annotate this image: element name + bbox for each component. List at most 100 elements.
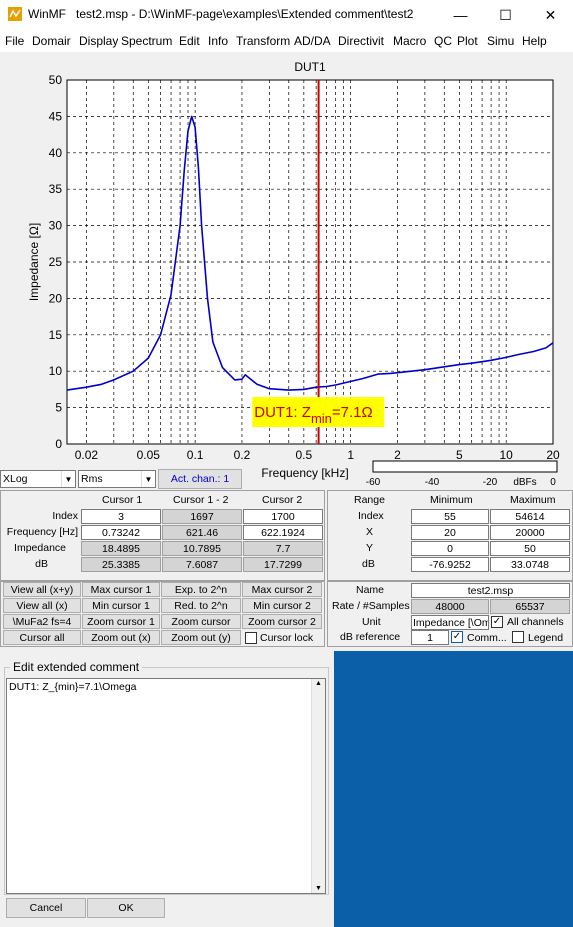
cursor-lock-checkbox[interactable] xyxy=(245,632,257,644)
name-field[interactable]: test2.msp xyxy=(411,583,570,598)
menu-help[interactable]: Help xyxy=(519,34,551,48)
max-cursor2-button[interactable]: Max cursor 2 xyxy=(242,582,322,597)
db-reference-field[interactable]: 1 xyxy=(411,630,449,645)
range-db-min-field[interactable]: -76.9252 xyxy=(411,557,489,572)
col-header-cursor2: Cursor 2 xyxy=(262,494,303,506)
min-cursor1-button[interactable]: Min cursor 1 xyxy=(82,598,160,613)
impedance-chart[interactable]: 051015202530354045500.02 0.05 0.1 0.2 0.5 1 2 5… xyxy=(0,53,573,490)
col-header-range: Range xyxy=(354,494,385,506)
menu-macro[interactable]: Macro xyxy=(390,34,431,48)
menu-bar: File Domair Display Spectrum Edit Info T… xyxy=(0,30,573,52)
zoom-out-x-button[interactable]: Zoom out (x) xyxy=(82,630,160,645)
mufa-button[interactable]: \MuFa2 fs=4 xyxy=(3,614,81,629)
zoom-cursor1-button[interactable]: Zoom cursor 1 xyxy=(82,614,160,629)
comment-textarea[interactable]: DUT1: Z_{min}=7.1\Omega ▲ ▼ xyxy=(6,678,326,894)
row-label-frequency: Frequency [Hz] xyxy=(6,526,78,538)
min-cursor2-button[interactable]: Min cursor 2 xyxy=(242,598,322,613)
range-index-min-field[interactable]: 55 xyxy=(411,509,489,524)
y-tick-label: 15 xyxy=(49,328,63,342)
comment-checkbox[interactable]: ✓ xyxy=(451,631,463,643)
legend-checkbox[interactable] xyxy=(512,631,524,643)
all-channels-checkbox[interactable]: ✓ xyxy=(491,616,503,628)
scroll-up-icon[interactable]: ▲ xyxy=(315,680,322,687)
desktop-background xyxy=(334,651,573,927)
menu-adda[interactable]: AD/DA xyxy=(291,34,335,48)
close-button[interactable]: ✕ xyxy=(528,0,573,30)
y-tick-label: 25 xyxy=(49,255,63,269)
x-tick-label: 1 xyxy=(347,448,354,462)
y-tick-label: 35 xyxy=(49,182,63,196)
menu-spectrum[interactable]: Spectrum xyxy=(118,34,176,48)
view-all-x-button[interactable]: View all (x) xyxy=(3,598,81,613)
menu-file[interactable]: File xyxy=(0,34,29,48)
x-tick-label: 20 xyxy=(546,448,560,462)
cursor1-index-field[interactable]: 3 xyxy=(81,509,161,524)
chevron-down-icon: ▼ xyxy=(61,471,75,487)
range-y-max-field[interactable]: 50 xyxy=(490,541,570,556)
zoom-cursor2-button[interactable]: Zoom cursor 2 xyxy=(242,614,322,629)
x-tick-label: 2 xyxy=(394,448,401,462)
menu-directivity[interactable]: Directivit xyxy=(335,34,390,48)
level-meter-label: -40 xyxy=(425,477,440,488)
cursor2-frequency-field[interactable]: 622.1924 xyxy=(243,525,323,540)
cursor2-impedance: 7.7 xyxy=(243,541,323,556)
range-index-max-field[interactable]: 54614 xyxy=(490,509,570,524)
plot-figure: 0 5 10 15 20 25 30 35 40 45 50 0.02 0.05 0.1 0.2 0.5 1 2 5… xyxy=(0,53,573,490)
menu-display[interactable]: Display xyxy=(76,34,118,48)
ok-button[interactable]: OK xyxy=(87,898,165,918)
title-bar: WinMF test2.msp - D:\WinMF-page\examples… xyxy=(0,0,573,30)
zoom-out-y-button[interactable]: Zoom out (y) xyxy=(161,630,241,645)
range-x-max-field[interactable]: 20000 xyxy=(490,525,570,540)
expand-2n-button[interactable]: Exp. to 2^n xyxy=(161,582,241,597)
y-tick-label: 0 xyxy=(55,437,62,451)
menu-transform[interactable]: Transform xyxy=(233,34,291,48)
y-axis-label: Impedance [Ω] xyxy=(27,223,41,301)
level-meter-label: dBFs xyxy=(513,477,536,488)
mode-select[interactable]: Rms ▼ xyxy=(78,470,156,488)
unit-label: Unit xyxy=(362,616,381,628)
comment-label: Comm... xyxy=(467,632,507,644)
y-tick-label: 10 xyxy=(49,364,63,378)
view-all-xy-button[interactable]: View all (x+y) xyxy=(3,582,81,597)
x-tick-label: 0.2 xyxy=(234,448,251,462)
menu-qc[interactable]: QC xyxy=(431,34,454,48)
checkmark-icon: ✓ xyxy=(452,631,462,642)
menu-plot[interactable]: Plot xyxy=(454,34,484,48)
cancel-button[interactable]: Cancel xyxy=(6,898,86,918)
active-channel-button[interactable]: Act. chan.: 1 xyxy=(158,469,242,489)
maximize-button[interactable]: ☐ xyxy=(483,0,528,30)
cursor-diff-db: 7.6087 xyxy=(162,557,242,572)
unit-field[interactable]: Impedance [\Om xyxy=(411,615,489,630)
minimize-button[interactable]: — xyxy=(438,0,483,30)
cursor1-frequency-field[interactable]: 0.73242 xyxy=(81,525,161,540)
range-label-y: Y xyxy=(366,542,374,554)
col-header-cursor12: Cursor 1 - 2 xyxy=(173,494,229,506)
max-cursor1-button[interactable]: Max cursor 1 xyxy=(82,582,160,597)
cursor2-db: 17.7299 xyxy=(243,557,323,572)
menu-domain[interactable]: Domair xyxy=(29,34,76,48)
row-label-index: Index xyxy=(52,510,78,522)
xscale-select[interactable]: XLog ▼ xyxy=(0,470,76,488)
menu-info[interactable]: Info xyxy=(205,34,233,48)
cursor-all-button[interactable]: Cursor all xyxy=(3,630,81,645)
mode-value: Rms xyxy=(81,473,103,485)
range-x-min-field[interactable]: 20 xyxy=(411,525,489,540)
comment-text: DUT1: Z_{min}=7.1\Omega xyxy=(9,681,137,693)
cursor2-index-field[interactable]: 1700 xyxy=(243,509,323,524)
y-tick-label: 5 xyxy=(55,401,62,415)
range-db-max-field[interactable]: 33.0748 xyxy=(490,557,570,572)
scroll-down-icon[interactable]: ▼ xyxy=(315,885,322,892)
rate-label: Rate / #Samples xyxy=(332,600,410,612)
x-tick-label: 10 xyxy=(500,448,514,462)
col-header-maximum: Maximum xyxy=(510,494,556,506)
menu-edit[interactable]: Edit xyxy=(176,34,205,48)
menu-simu[interactable]: Simu xyxy=(484,34,519,48)
reduce-2n-button[interactable]: Red. to 2^n xyxy=(161,598,241,613)
x-tick-label: 0.02 xyxy=(75,448,99,462)
zoom-cursor-button[interactable]: Zoom cursor xyxy=(161,614,241,629)
window-title: WinMF test2.msp - D:\WinMF-page\examples… xyxy=(28,7,414,21)
range-y-min-field[interactable]: 0 xyxy=(411,541,489,556)
cursor1-db: 25.3385 xyxy=(81,557,161,572)
comment-scrollbar[interactable]: ▲ ▼ xyxy=(311,679,325,893)
range-label-x: X xyxy=(366,526,374,538)
